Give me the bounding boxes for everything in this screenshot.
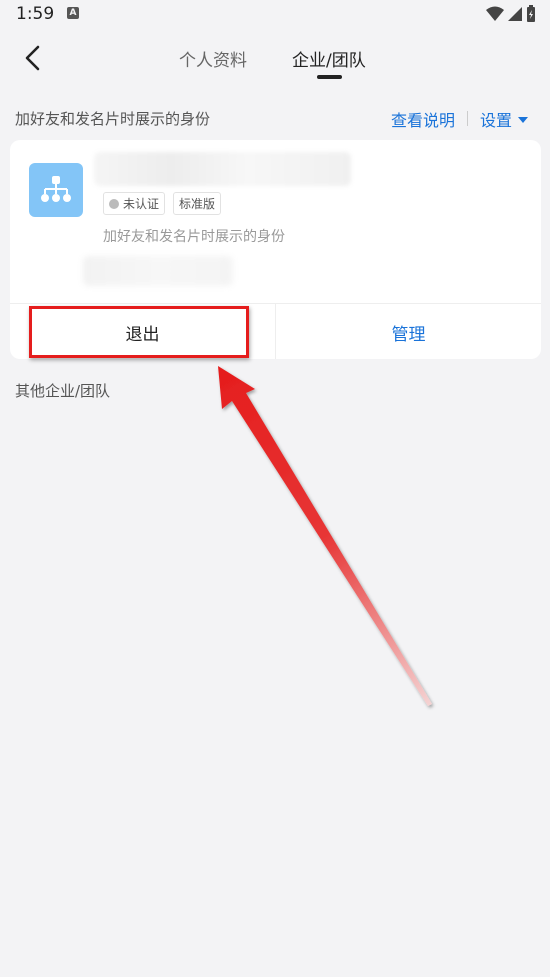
org-name-redacted	[94, 152, 351, 186]
status-icons	[486, 5, 536, 23]
active-tab-indicator	[317, 75, 342, 79]
org-badges: 未认证 标准版	[103, 192, 222, 215]
back-arrow-icon[interactable]	[18, 42, 50, 74]
redacted-detail	[83, 256, 233, 286]
manage-button[interactable]: 管理	[276, 304, 541, 359]
identity-note: 加好友和发名片时展示的身份	[15, 110, 211, 128]
screen: 1:59 A 个人资料 企业/团队 加好友和发名片时展示的身份 查看说明 设置	[0, 0, 550, 977]
top-nav: 个人资料 企业/团队	[0, 30, 550, 90]
tab-company-team[interactable]: 企业/团队	[292, 46, 366, 71]
badge-standard-edition: 标准版	[173, 192, 222, 215]
view-description-link[interactable]: 查看说明	[391, 107, 455, 131]
signal-icon	[508, 7, 522, 21]
card-description: 加好友和发名片时展示的身份	[103, 229, 285, 245]
settings-dropdown[interactable]: 设置	[480, 107, 529, 131]
tab-personal-profile[interactable]: 个人资料	[179, 46, 247, 71]
org-chart-icon	[41, 176, 71, 202]
org-avatar	[29, 163, 83, 217]
badge-unverified: 未认证	[103, 192, 166, 215]
badge-standard-label: 标准版	[179, 197, 216, 211]
badge-unverified-label: 未认证	[123, 197, 160, 211]
exit-highlight-box	[29, 306, 249, 358]
identity-header: 加好友和发名片时展示的身份 查看说明 设置	[0, 100, 550, 136]
settings-label: 设置	[480, 111, 513, 130]
other-teams-heading: 其他企业/团队	[15, 382, 111, 400]
divider	[467, 111, 468, 126]
unverified-icon	[109, 198, 119, 209]
battery-icon	[527, 5, 535, 22]
notification-icon: A	[67, 7, 79, 19]
status-time: 1:59	[16, 4, 55, 24]
wifi-icon	[486, 6, 504, 21]
status-bar: 1:59 A	[0, 0, 550, 30]
caret-down-icon	[518, 117, 529, 123]
